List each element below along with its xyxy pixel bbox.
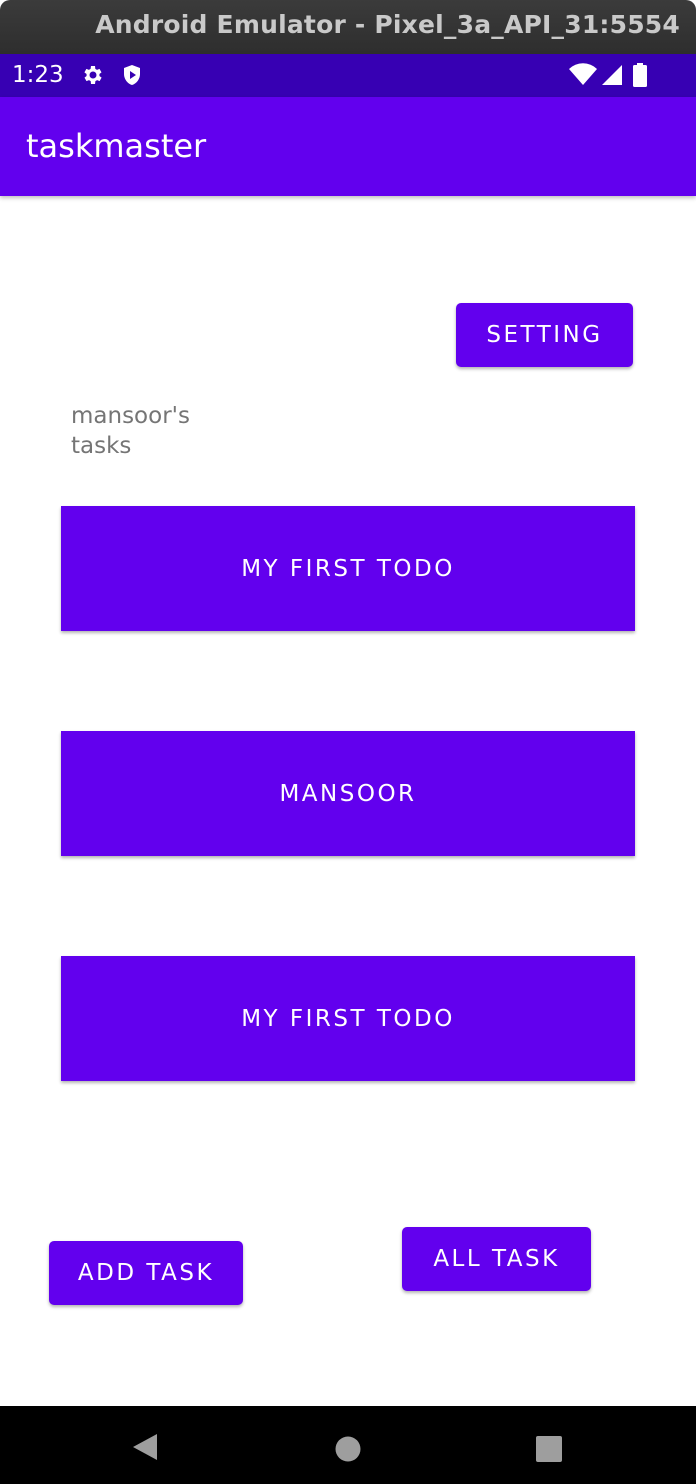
navigation-bar	[0, 1406, 696, 1484]
task-button[interactable]: My First Todo	[61, 956, 635, 1081]
app-bar: taskmaster	[0, 97, 696, 196]
all-task-button[interactable]: All Task	[402, 1227, 591, 1291]
setting-button[interactable]: Setting	[456, 303, 633, 367]
status-bar: 1:23	[0, 54, 696, 97]
wifi-icon	[569, 63, 597, 87]
tasks-heading: mansoor's tasks	[71, 403, 190, 459]
back-icon[interactable]	[131, 1432, 159, 1467]
status-time: 1:23	[12, 62, 64, 88]
task-button[interactable]: Mansoor	[61, 731, 635, 856]
add-task-button[interactable]: Add Task	[49, 1241, 243, 1305]
emulator-title-bar: Android Emulator - Pixel_3a_API_31:5554	[0, 0, 696, 54]
home-icon[interactable]	[335, 1436, 361, 1467]
cell-signal-icon	[600, 63, 624, 87]
recents-icon[interactable]	[536, 1436, 562, 1467]
task-button[interactable]: My First Todo	[61, 506, 635, 631]
settings-gear-icon	[80, 63, 104, 87]
emulator-window-title: Android Emulator - Pixel_3a_API_31:5554	[95, 10, 680, 39]
play-protect-shield-icon	[120, 63, 144, 87]
app-title: taskmaster	[26, 127, 207, 165]
battery-icon	[632, 63, 648, 87]
